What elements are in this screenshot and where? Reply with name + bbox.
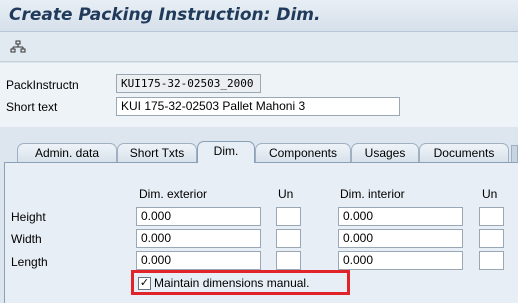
tab-usages[interactable]: Usages (351, 143, 419, 163)
tab-scroll-button[interactable] (511, 145, 518, 163)
height-interior-field[interactable]: 0.000 (338, 207, 463, 226)
length-exterior-unit-field[interactable] (276, 251, 301, 270)
exterior-unit-header: Un (278, 187, 294, 201)
height-exterior-unit-field[interactable] (276, 207, 301, 226)
window-title: Create Packing Instruction: Dim. (9, 5, 321, 25)
width-exterior-field[interactable]: 0.000 (136, 229, 261, 248)
packinstr-field[interactable]: KUI175-32-02503_2000 (116, 74, 261, 93)
interior-unit-header: Un (482, 187, 498, 201)
short-text-label: Short text (6, 100, 58, 114)
width-interior-field[interactable]: 0.000 (338, 229, 463, 248)
tab-short-txts[interactable]: Short Txts (117, 143, 197, 163)
dim-interior-header: Dim. interior (340, 187, 405, 201)
maintain-dimensions-checkbox[interactable]: ✓ (138, 277, 151, 290)
length-interior-unit-field[interactable] (479, 251, 504, 270)
width-interior-unit-field[interactable] (479, 229, 504, 248)
hierarchy-icon[interactable] (10, 40, 26, 54)
tab-admin-data[interactable]: Admin. data (17, 143, 117, 163)
length-label: Length (11, 255, 48, 269)
height-exterior-field[interactable]: 0.000 (136, 207, 261, 226)
tab-dim[interactable]: Dim. (197, 141, 255, 163)
header-area (0, 63, 518, 127)
tab-strip: Admin. data Short Txts Dim. Components U… (0, 139, 518, 163)
dim-exterior-header: Dim. exterior (139, 187, 208, 201)
title-bar: Create Packing Instruction: Dim. (0, 0, 518, 32)
height-label: Height (11, 210, 46, 224)
short-text-field[interactable]: KUI 175-32-02503 Pallet Mahoni 3 (116, 97, 400, 116)
maintain-dimensions-label: Maintain dimensions manual. (154, 276, 310, 290)
length-exterior-field[interactable]: 0.000 (136, 251, 261, 270)
tab-documents[interactable]: Documents (419, 143, 509, 163)
tab-components[interactable]: Components (255, 143, 351, 163)
application-toolbar (0, 32, 518, 62)
width-label: Width (11, 232, 42, 246)
length-interior-field[interactable]: 0.000 (338, 251, 463, 270)
packinstr-label: PackInstructn (6, 78, 79, 92)
height-interior-unit-field[interactable] (479, 207, 504, 226)
width-exterior-unit-field[interactable] (276, 229, 301, 248)
